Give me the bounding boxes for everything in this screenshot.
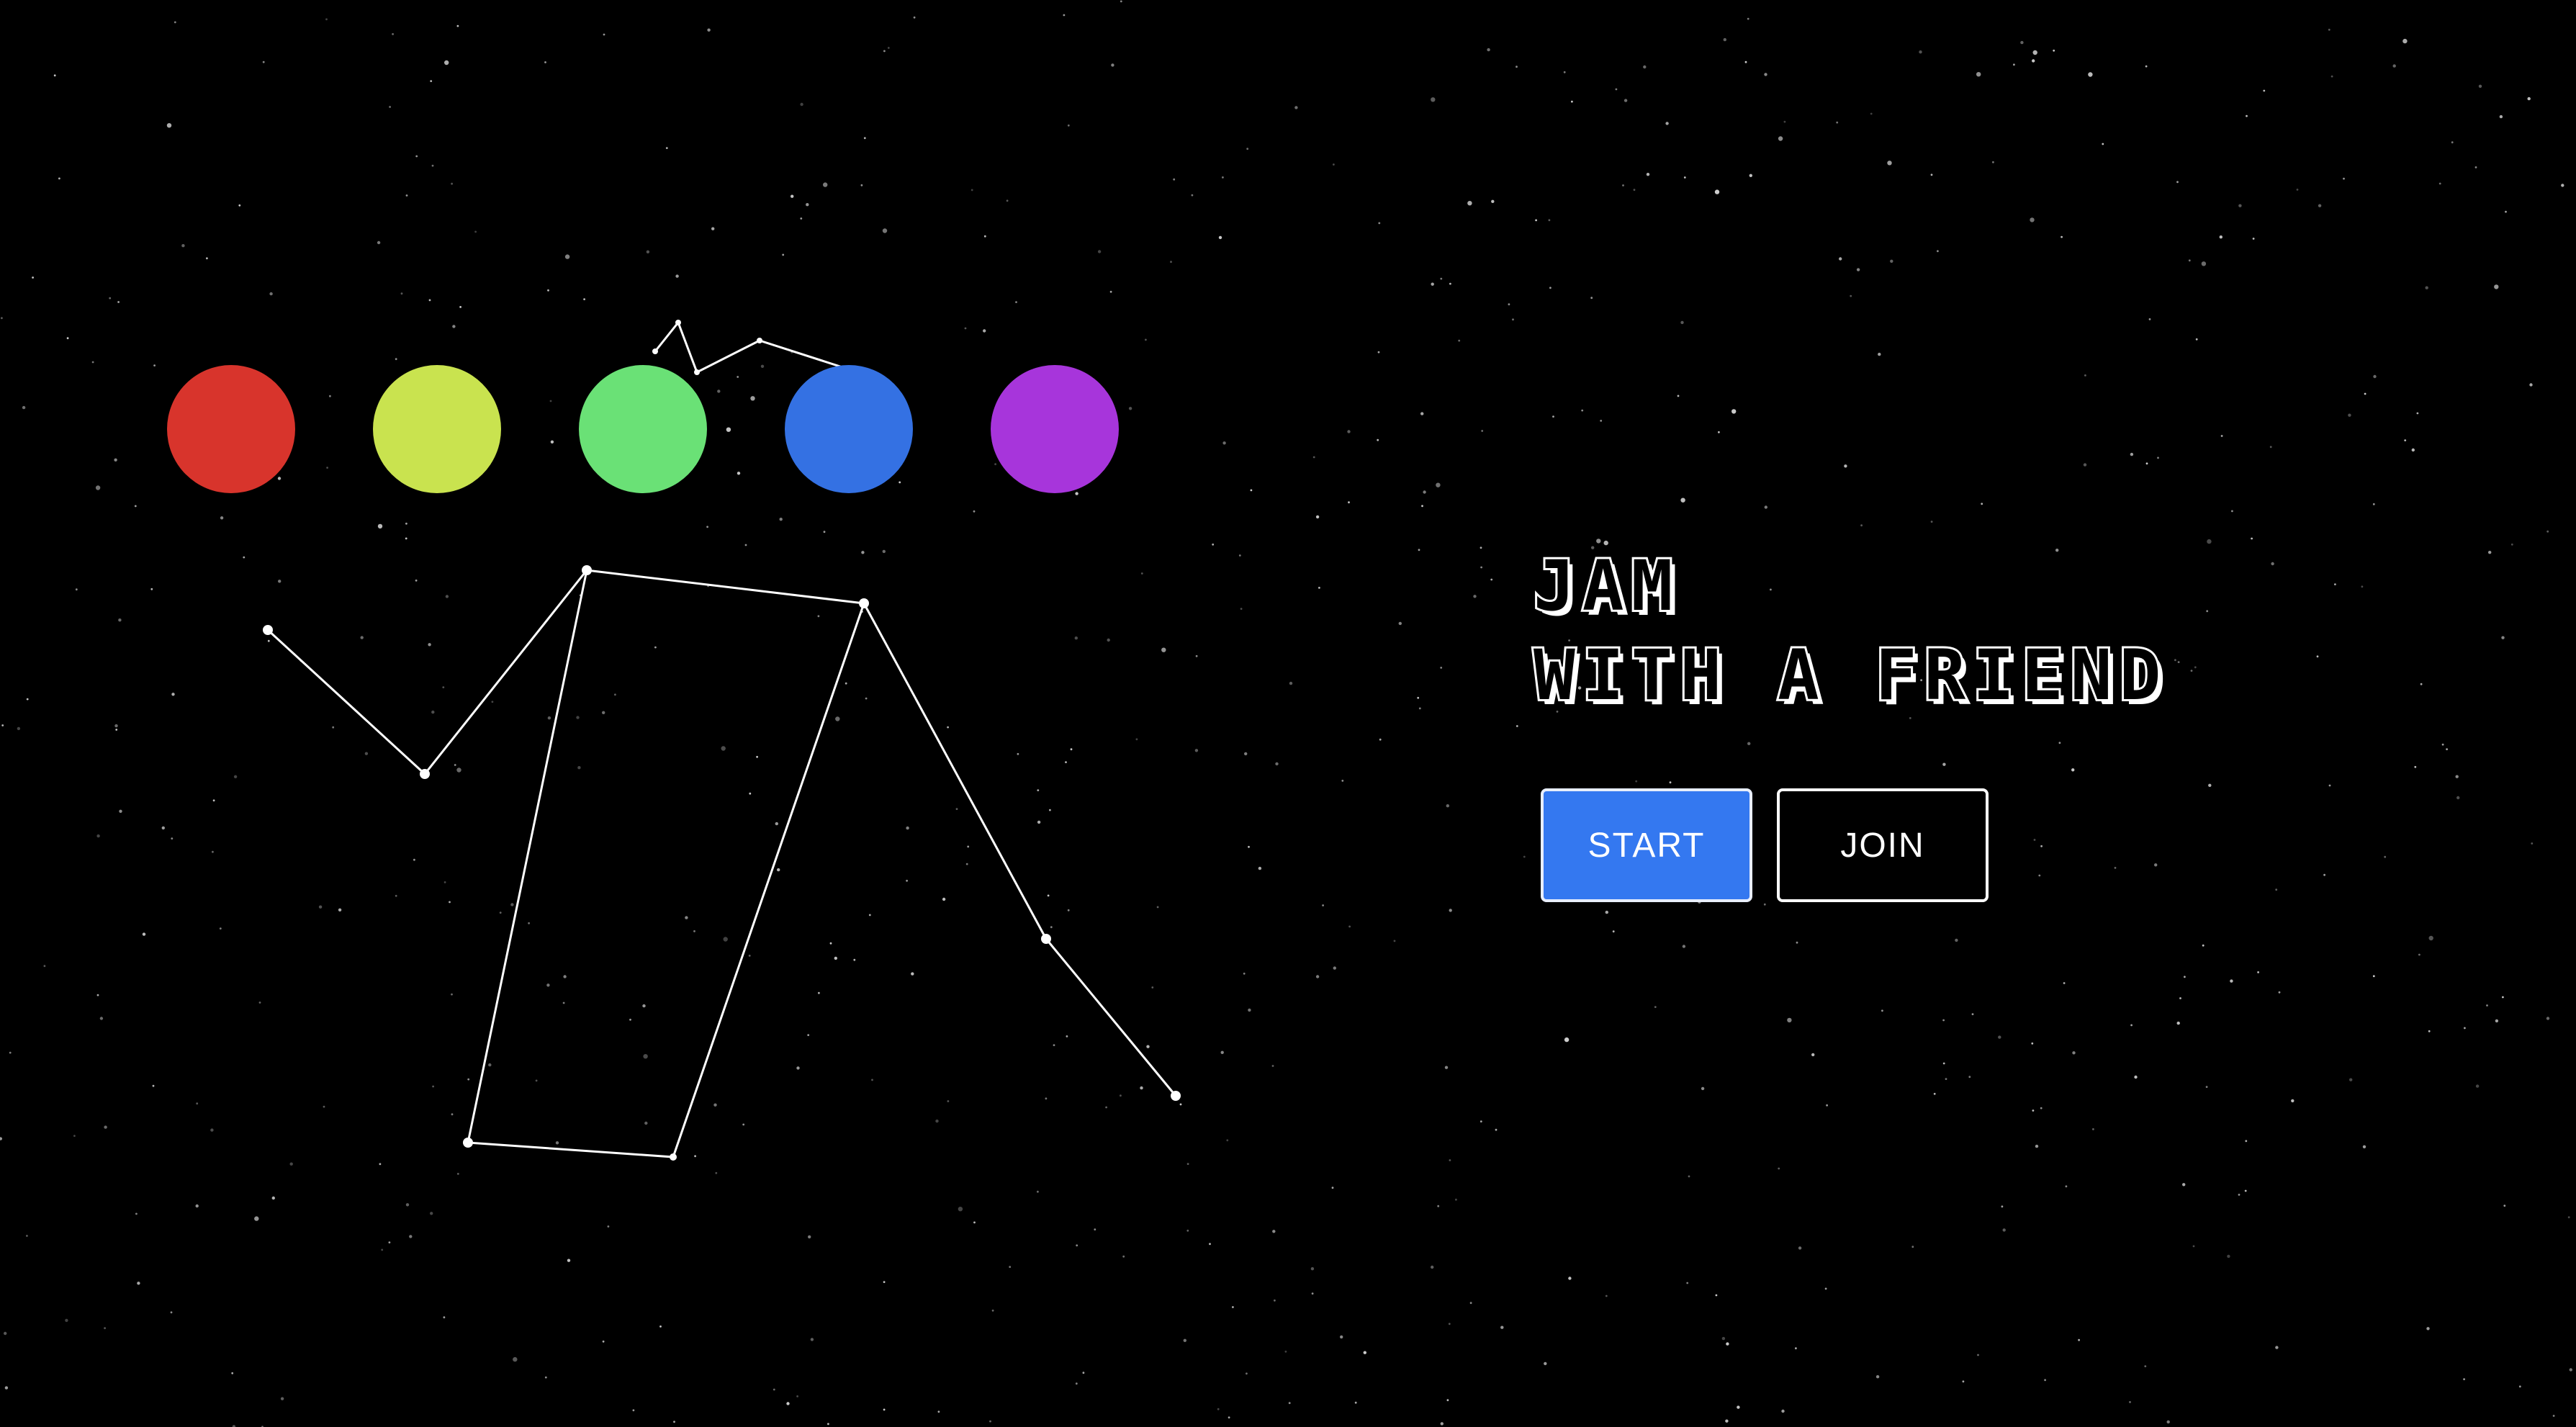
constellation-node <box>675 320 681 325</box>
color-circle-purple[interactable] <box>991 365 1119 493</box>
page-title: JAM WITH A FRIEND <box>1531 541 2169 720</box>
constellation-node <box>420 769 430 779</box>
constellation-node <box>1041 934 1051 944</box>
constellation-node <box>694 369 700 375</box>
constellation-node <box>1171 1091 1181 1101</box>
constellation-node <box>463 1138 473 1148</box>
stick-figure-constellation <box>263 320 1181 1161</box>
constellation-node <box>263 625 273 635</box>
constellation-node <box>582 565 592 575</box>
color-circle-blue[interactable] <box>785 365 913 493</box>
title-line-1: JAM <box>1531 544 1680 629</box>
title-line-2: WITH A FRIEND <box>1531 633 2169 718</box>
color-circle-green[interactable] <box>579 365 707 493</box>
constellation-node <box>757 338 762 343</box>
action-buttons: START JOIN <box>1541 788 1989 902</box>
constellation-node <box>859 598 869 608</box>
constellation-head-trail <box>654 320 843 374</box>
constellation-left-arm <box>266 570 588 776</box>
start-screen: JAM WITH A FRIEND START JOIN <box>0 0 2576 1427</box>
constellation-node <box>652 348 658 354</box>
join-button[interactable]: JOIN <box>1777 788 1989 902</box>
color-circle-yellow-green[interactable] <box>373 365 501 493</box>
constellation-node <box>670 1153 677 1161</box>
constellation-body <box>467 569 866 1158</box>
constellation-right-arm <box>863 603 1177 1097</box>
start-button[interactable]: START <box>1541 788 1752 902</box>
color-circle-red[interactable] <box>167 365 295 493</box>
